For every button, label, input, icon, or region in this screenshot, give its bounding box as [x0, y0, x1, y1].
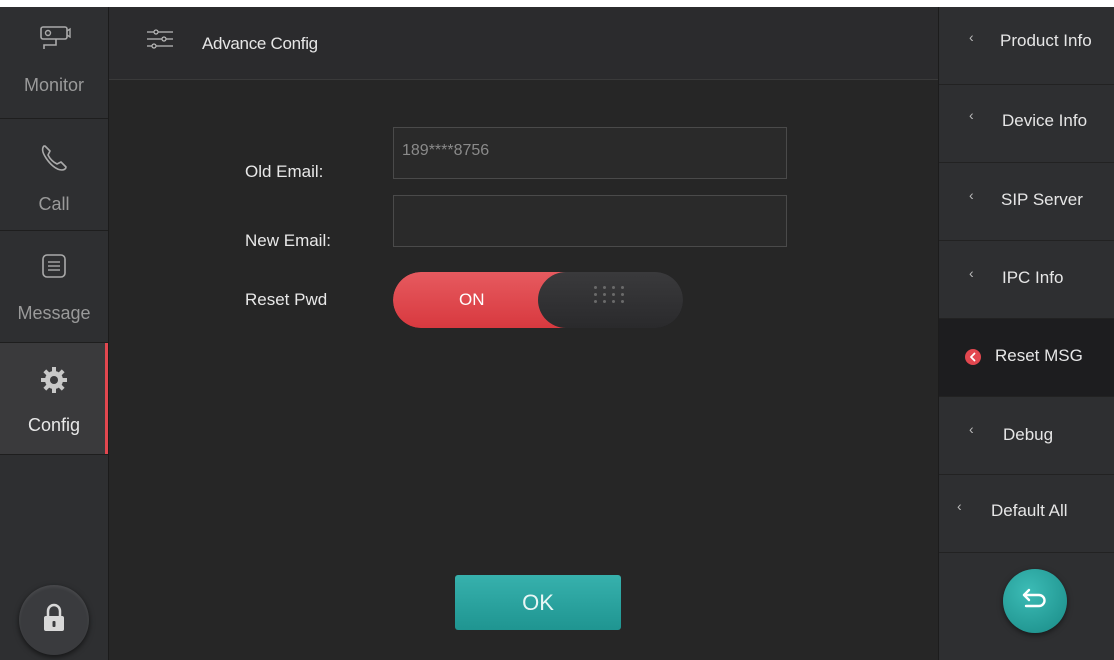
sidebar-item-call[interactable]: Call: [0, 119, 108, 231]
back-button[interactable]: [1003, 569, 1067, 633]
sidebar-item-label: Call: [38, 194, 70, 214]
chevron-left-icon: ‹: [969, 421, 974, 437]
camera-icon: [0, 25, 108, 51]
ok-button[interactable]: OK: [455, 575, 621, 630]
header-bar: Advance Config: [109, 7, 938, 80]
gear-icon: [0, 365, 108, 395]
menu-item-product-info[interactable]: ‹ Product Info: [939, 7, 1114, 85]
chevron-left-icon: ‹: [969, 29, 974, 45]
menu-item-debug[interactable]: ‹ Debug: [939, 397, 1114, 475]
menu-item-label: IPC Info: [1002, 268, 1064, 287]
menu-item-reset-msg[interactable]: Reset MSG: [939, 319, 1114, 397]
sidebar-item-label: Message: [17, 303, 91, 323]
sidebar-item-label: Monitor: [23, 75, 85, 95]
sidebar-item-message[interactable]: Message: [0, 231, 108, 343]
menu-item-label: Product Info: [1000, 31, 1092, 50]
menu-item-label: Reset MSG: [995, 346, 1083, 365]
chevron-left-icon: [965, 349, 981, 365]
menu-item-sip-server[interactable]: ‹ SIP Server: [939, 163, 1114, 241]
reset-pwd-toggle[interactable]: ON: [393, 272, 683, 328]
old-email-field[interactable]: 189****8756: [393, 127, 787, 179]
menu-item-label: Debug: [1003, 425, 1054, 444]
lock-button[interactable]: [19, 585, 89, 655]
sidebar-item-config[interactable]: Config: [0, 343, 108, 455]
menu-item-label: Device Info: [1002, 111, 1088, 130]
left-sidebar: Monitor Call Message Config: [0, 7, 109, 660]
reset-pwd-label: Reset Pwd: [245, 290, 328, 309]
chevron-left-icon: ‹: [957, 498, 962, 514]
new-email-label: New Email:: [245, 231, 331, 250]
sidebar-item-monitor[interactable]: Monitor: [0, 7, 108, 119]
new-email-field[interactable]: [393, 195, 787, 247]
device-screen: Monitor Call Message Config Advance Conf…: [0, 7, 1114, 660]
toggle-on-label: ON: [459, 290, 485, 309]
page-title: Advance Config: [202, 34, 318, 53]
menu-item-ipc-info[interactable]: ‹ IPC Info: [939, 241, 1114, 319]
menu-item-default-all[interactable]: ‹ Default All: [939, 475, 1114, 553]
old-email-label: Old Email:: [245, 162, 324, 181]
phone-icon: [0, 142, 108, 174]
menu-item-label: SIP Server: [1001, 190, 1083, 209]
chevron-left-icon: ‹: [969, 107, 974, 123]
back-arrow-icon: [1020, 586, 1050, 617]
chevron-left-icon: ‹: [969, 187, 974, 203]
sidebar-item-label: Config: [27, 415, 81, 435]
menu-item-label: Default All: [991, 501, 1068, 520]
menu-item-device-info[interactable]: ‹ Device Info: [939, 85, 1114, 163]
grip-dots-icon: [594, 286, 626, 303]
lock-icon: [43, 603, 65, 638]
message-list-icon: [0, 253, 108, 279]
right-menu: ‹ Product Info ‹ Device Info ‹ SIP Serve…: [938, 7, 1114, 660]
sliders-icon: [147, 29, 173, 54]
chevron-left-icon: ‹: [969, 265, 974, 281]
